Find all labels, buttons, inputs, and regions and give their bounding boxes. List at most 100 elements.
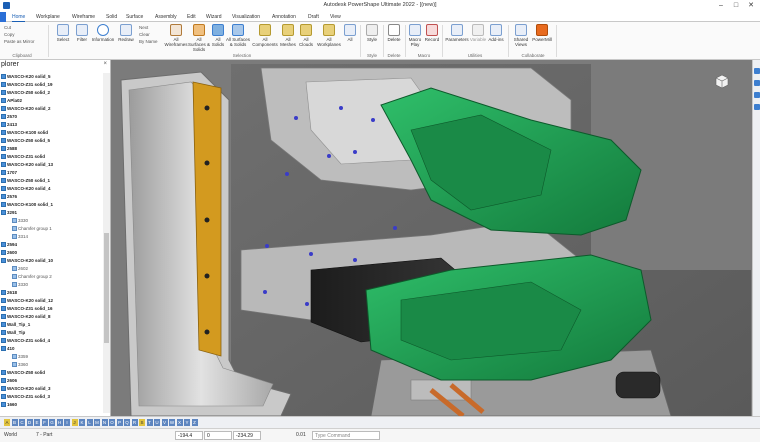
- explorer-scroll-thumb[interactable]: [104, 233, 109, 343]
- next-button[interactable]: Next: [139, 25, 148, 30]
- item-visibility-icon[interactable]: [1, 186, 6, 191]
- level-button[interactable]: M: [94, 419, 100, 426]
- tree-item[interactable]: Chamfer group 2: [12, 273, 52, 281]
- item-visibility-icon[interactable]: [12, 226, 17, 231]
- level-button[interactable]: X: [176, 419, 183, 426]
- all-solids-button[interactable]: All Solids: [210, 24, 226, 52]
- units-selector[interactable]: 7 - Part: [36, 432, 52, 438]
- level-button[interactable]: K: [79, 419, 85, 426]
- tree-item[interactable]: WASCO-Z31 solid_19: [1, 81, 53, 89]
- item-visibility-icon[interactable]: [12, 354, 17, 359]
- tab-wizard[interactable]: Wizard: [206, 12, 222, 22]
- minimize-button[interactable]: –: [714, 1, 728, 10]
- level-button[interactable]: W: [169, 419, 175, 426]
- item-visibility-icon[interactable]: [1, 346, 6, 351]
- information-button[interactable]: Information: [90, 24, 116, 52]
- item-visibility-icon[interactable]: [1, 394, 6, 399]
- tree-item[interactable]: 3330: [12, 217, 28, 225]
- level-button[interactable]: D: [26, 419, 33, 426]
- explorer-scrollbar[interactable]: [103, 73, 110, 413]
- delete-button[interactable]: Delete: [385, 24, 403, 52]
- all-workplanes-button[interactable]: All Workplanes: [316, 24, 342, 52]
- level-button[interactable]: R: [131, 419, 138, 426]
- tree-item[interactable]: APla02: [1, 97, 22, 105]
- level-button[interactable]: H: [56, 419, 63, 426]
- item-visibility-icon[interactable]: [12, 282, 17, 287]
- tree-item[interactable]: 3360: [12, 361, 28, 369]
- level-button[interactable]: T: [146, 419, 153, 426]
- level-button[interactable]: L: [86, 419, 93, 426]
- shared-views-button[interactable]: Shared Views: [511, 24, 531, 52]
- tree-item[interactable]: WASCO-K20 solid_5: [1, 73, 51, 81]
- tree-item[interactable]: 2576: [1, 193, 17, 201]
- item-visibility-icon[interactable]: [1, 130, 6, 135]
- all-button[interactable]: All: [344, 24, 356, 52]
- coord-y-field[interactable]: 0: [204, 431, 232, 440]
- tab-wireframe[interactable]: Wireframe: [72, 12, 95, 22]
- level-button[interactable]: V: [161, 419, 168, 426]
- all-components-button[interactable]: All Components: [251, 24, 279, 52]
- item-visibility-icon[interactable]: [1, 386, 6, 391]
- tab-assembly[interactable]: Assembly: [155, 12, 177, 22]
- workplane-selector[interactable]: World: [4, 432, 17, 438]
- tree-item[interactable]: 2602: [12, 265, 28, 273]
- tree-item[interactable]: 3314: [12, 233, 28, 241]
- item-visibility-icon[interactable]: [12, 234, 17, 239]
- addins-button[interactable]: Add-ins: [487, 24, 505, 52]
- item-visibility-icon[interactable]: [1, 298, 6, 303]
- tree-item[interactable]: 2618: [1, 289, 17, 297]
- item-visibility-icon[interactable]: [1, 290, 6, 295]
- tree-item[interactable]: WASCO-Z50 solid_2: [1, 89, 50, 97]
- tab-view[interactable]: View: [330, 12, 341, 22]
- item-visibility-icon[interactable]: [1, 378, 6, 383]
- tree-item[interactable]: 2570: [1, 113, 17, 121]
- tree-item[interactable]: WASCO-Z31 solid_3: [1, 393, 50, 401]
- all-meshes-button[interactable]: All Meshes: [279, 24, 297, 52]
- item-visibility-icon[interactable]: [1, 322, 6, 327]
- style-button[interactable]: Style: [364, 24, 380, 52]
- level-button[interactable]: Z: [191, 419, 198, 426]
- parameters-button[interactable]: Parameters: [445, 24, 469, 52]
- powermill-button[interactable]: PowerMill: [531, 24, 553, 52]
- clear-button[interactable]: Clear: [139, 32, 150, 37]
- tree-item[interactable]: 3330: [12, 281, 28, 289]
- tab-workplane[interactable]: Workplane: [36, 12, 60, 22]
- level-button[interactable]: Q: [124, 419, 130, 426]
- tree-item[interactable]: WASCO-K100 solid: [1, 129, 48, 137]
- level-button[interactable]: C: [19, 419, 25, 426]
- tree-item[interactable]: 2588: [1, 145, 17, 153]
- application-menu-button[interactable]: [0, 12, 6, 22]
- tree-item[interactable]: WASCO-K20 solid_8: [1, 313, 51, 321]
- level-button[interactable]: F: [41, 419, 48, 426]
- level-button[interactable]: I: [64, 419, 70, 426]
- all-clouds-button[interactable]: All Clouds: [297, 24, 315, 52]
- tree-item[interactable]: WASCO-K20 solid_3: [1, 385, 51, 393]
- macro-record-button[interactable]: Record: [424, 24, 440, 52]
- tolerance-value[interactable]: 0.01: [296, 432, 306, 438]
- item-visibility-icon[interactable]: [1, 250, 6, 255]
- level-button[interactable]: J: [71, 419, 78, 426]
- tree-item[interactable]: WASCO-Z50 solid: [1, 369, 45, 377]
- level-button[interactable]: G: [49, 419, 55, 426]
- filter-button[interactable]: Filter: [73, 24, 91, 52]
- graphics-viewport[interactable]: [111, 60, 752, 416]
- item-visibility-icon[interactable]: [1, 194, 6, 199]
- tree-item[interactable]: WASCO-Z31 solid: [1, 153, 45, 161]
- level-button[interactable]: N: [101, 419, 108, 426]
- item-visibility-icon[interactable]: [1, 114, 6, 119]
- cut-button[interactable]: Cut: [4, 25, 11, 30]
- tree-item[interactable]: 1660: [1, 401, 17, 409]
- paste-mirror-button[interactable]: Paste as Mirror: [4, 39, 35, 44]
- item-visibility-icon[interactable]: [1, 242, 6, 247]
- copy-button[interactable]: Copy: [4, 32, 15, 37]
- level-button[interactable]: Y: [184, 419, 190, 426]
- tab-edit[interactable]: Edit: [187, 12, 196, 22]
- tree-item[interactable]: WASCO-K100 solid_1: [1, 201, 53, 209]
- item-visibility-icon[interactable]: [1, 138, 6, 143]
- macro-play-button[interactable]: Macro Play: [407, 24, 423, 52]
- redraw-button[interactable]: Redraw: [117, 24, 135, 52]
- item-visibility-icon[interactable]: [1, 74, 6, 79]
- level-button[interactable]: A: [4, 419, 10, 426]
- item-visibility-icon[interactable]: [12, 266, 17, 271]
- item-visibility-icon[interactable]: [1, 370, 6, 375]
